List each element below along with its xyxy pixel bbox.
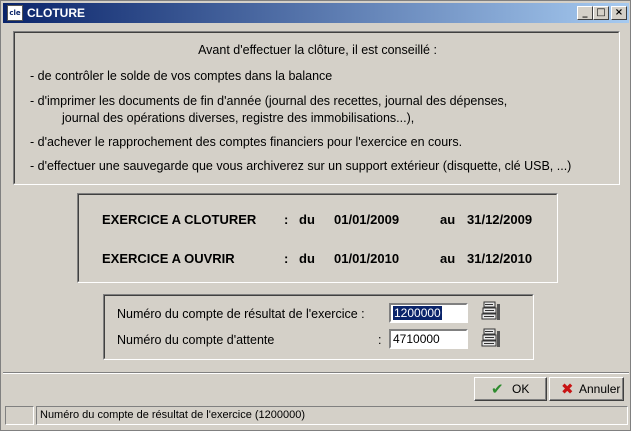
period-open-colon: : bbox=[284, 251, 289, 266]
cancel-button-label: Annuler bbox=[579, 382, 621, 396]
period-open-du: du bbox=[299, 251, 315, 266]
list-lookup-icon bbox=[481, 301, 500, 320]
maximize-icon: □ bbox=[596, 7, 606, 18]
accounts-panel-border bbox=[104, 295, 533, 359]
ok-button-label: OK bbox=[512, 382, 530, 396]
advice-line-backup: - d'effectuer une sauvegarde que vous ar… bbox=[30, 159, 572, 173]
result-account-label: Numéro du compte de résultat de l'exerci… bbox=[117, 307, 365, 321]
result-account-lookup-button[interactable] bbox=[481, 301, 501, 323]
status-bar: Numéro du compte de résultat de l'exerci… bbox=[5, 406, 628, 425]
list-lookup-icon bbox=[481, 328, 500, 347]
advice-line-balance: - de contrôler le solde de vos comptes d… bbox=[30, 69, 333, 83]
status-text: Numéro du compte de résultat de l'exerci… bbox=[36, 406, 628, 425]
advice-title: Avant d'effectuer la clôture, il est con… bbox=[198, 43, 437, 57]
button-separator bbox=[3, 372, 629, 374]
close-icon: × bbox=[614, 7, 624, 18]
app-icon: cle bbox=[7, 5, 23, 21]
waiting-account-input[interactable]: 4710000 bbox=[389, 329, 468, 349]
period-close-label: EXERCICE A CLOTURER bbox=[102, 212, 257, 227]
period-open-label: EXERCICE A OUVRIR bbox=[102, 251, 235, 266]
result-account-value: 1200000 bbox=[393, 306, 442, 320]
cross-icon: ✖ bbox=[561, 380, 574, 398]
cloture-dialog: cle CLOTURE _ □ × Avant d'effectuer la c… bbox=[0, 0, 631, 431]
waiting-account-lookup-button[interactable] bbox=[481, 328, 501, 350]
period-close-end: 31/12/2009 bbox=[467, 212, 533, 227]
period-open-start: 01/01/2010 bbox=[334, 251, 400, 266]
advice-line-print: - d'imprimer les documents de fin d'anné… bbox=[30, 94, 508, 108]
cancel-button[interactable]: ✖ Annuler bbox=[549, 377, 624, 401]
advice-line-print-cont: journal des opérations diverses, registr… bbox=[62, 111, 415, 125]
accounts-panel: Numéro du compte de résultat de l'exerci… bbox=[103, 294, 534, 360]
status-cell-empty bbox=[5, 406, 34, 425]
period-close-du: du bbox=[299, 212, 315, 227]
periods-panel: EXERCICE A CLOTURER : du 01/01/2009 au 3… bbox=[77, 193, 558, 283]
window-title: CLOTURE bbox=[27, 6, 85, 20]
maximize-button[interactable]: □ bbox=[593, 6, 609, 20]
waiting-account-colon: : bbox=[378, 333, 382, 347]
period-open-au: au bbox=[440, 251, 456, 266]
waiting-account-label: Numéro du compte d'attente bbox=[117, 333, 275, 347]
minimize-button[interactable]: _ bbox=[577, 6, 593, 20]
result-account-input[interactable]: 1200000 bbox=[389, 303, 468, 323]
period-close-start: 01/01/2009 bbox=[334, 212, 400, 227]
advice-panel: Avant d'effectuer la clôture, il est con… bbox=[13, 31, 620, 185]
title-bar[interactable]: cle CLOTURE _ □ × bbox=[3, 3, 629, 23]
minimize-icon: _ bbox=[582, 7, 588, 18]
close-button[interactable]: × bbox=[611, 6, 627, 20]
period-close-colon: : bbox=[284, 212, 289, 227]
advice-line-reconcile: - d'achever le rapprochement des comptes… bbox=[30, 135, 463, 149]
checkmark-icon: ✔ bbox=[491, 380, 504, 398]
period-close-au: au bbox=[440, 212, 456, 227]
waiting-account-value: 4710000 bbox=[393, 332, 440, 346]
periods-panel-border bbox=[78, 194, 557, 282]
ok-button[interactable]: ✔ OK bbox=[474, 377, 547, 401]
period-open-end: 31/12/2010 bbox=[467, 251, 533, 266]
